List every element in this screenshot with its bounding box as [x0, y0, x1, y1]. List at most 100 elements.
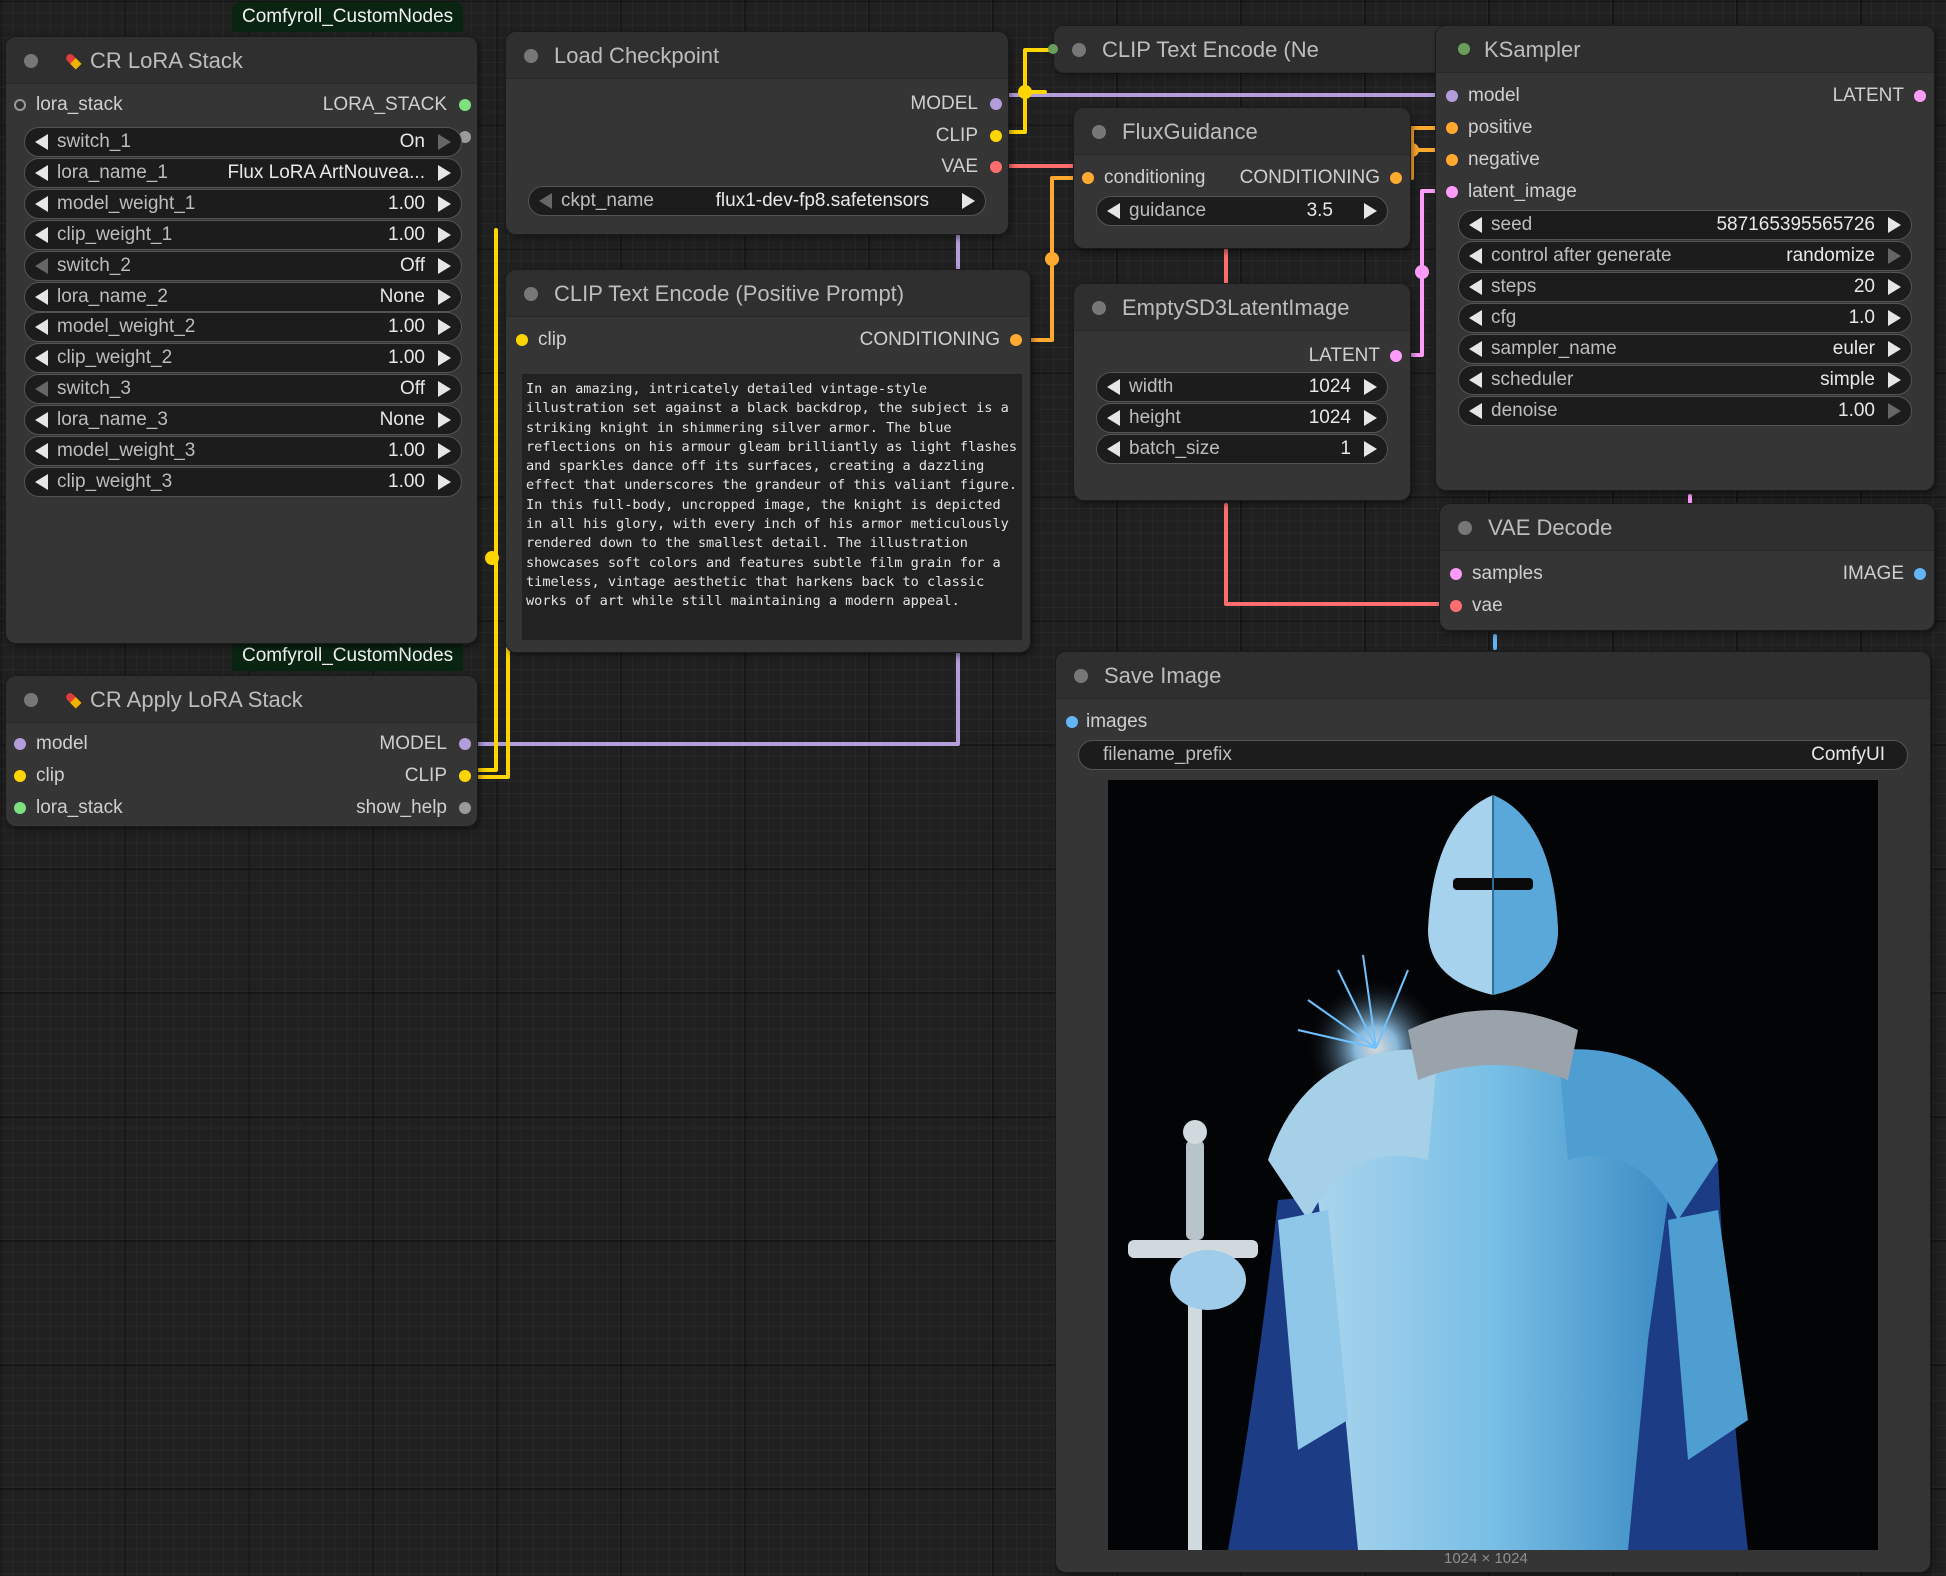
- guidance-slider[interactable]: guidance 3.5: [1096, 196, 1388, 226]
- widget-model-weight-2[interactable]: model_weight_2 1.00: [24, 312, 462, 343]
- widget-switch-3[interactable]: switch_3 Off: [24, 374, 462, 405]
- increment-arrow-icon[interactable]: [1888, 372, 1901, 388]
- widget-lora-name-2[interactable]: lora_name_2 None: [24, 281, 462, 312]
- input-dot-clip[interactable]: [14, 770, 26, 782]
- decrement-arrow-icon[interactable]: [1469, 248, 1482, 264]
- widget-clip-weight-1[interactable]: clip_weight_1 1.00: [24, 219, 462, 250]
- decrement-arrow-icon[interactable]: [35, 164, 48, 181]
- widget-batch-size[interactable]: batch_size 1: [1096, 434, 1388, 464]
- filename-prefix-field[interactable]: filename_prefix ComfyUI: [1078, 740, 1908, 770]
- collapse-dot[interactable]: [1458, 43, 1470, 55]
- widget-switch-2[interactable]: switch_2 Off: [24, 250, 462, 281]
- widget-scheduler[interactable]: scheduler simple: [1458, 365, 1912, 395]
- increment-arrow-icon[interactable]: [438, 257, 451, 274]
- input-dot-lora-stack[interactable]: [14, 99, 26, 111]
- increment-arrow-icon[interactable]: [1888, 248, 1901, 264]
- decrement-arrow-icon[interactable]: [35, 134, 48, 150]
- increment-arrow-icon[interactable]: [438, 443, 451, 459]
- collapse-dot[interactable]: [1074, 669, 1088, 683]
- output-dot-latent[interactable]: [1914, 90, 1926, 102]
- input-dot-vae[interactable]: [1450, 600, 1462, 612]
- increment-arrow-icon[interactable]: [438, 350, 451, 367]
- increment-arrow-icon[interactable]: [438, 473, 451, 490]
- input-dot-clip[interactable]: [516, 334, 528, 346]
- input-dot-negative[interactable]: [1446, 154, 1458, 166]
- input-dot-positive[interactable]: [1446, 122, 1458, 134]
- widget-seed[interactable]: seed 587165395565726: [1458, 210, 1912, 240]
- widget-denoise[interactable]: denoise 1.00: [1458, 396, 1912, 426]
- decrement-arrow-icon[interactable]: [1469, 217, 1482, 233]
- increment-arrow-icon[interactable]: [438, 164, 451, 181]
- decrement-arrow-icon[interactable]: [1469, 403, 1482, 419]
- collapse-dot[interactable]: [1072, 43, 1086, 57]
- decrement-arrow-icon[interactable]: [35, 319, 48, 336]
- collapse-dot[interactable]: [24, 54, 38, 68]
- decrement-arrow-icon[interactable]: [1469, 279, 1482, 295]
- decrement-arrow-icon[interactable]: [35, 195, 48, 212]
- increment-arrow-icon[interactable]: [1888, 341, 1901, 357]
- output-dot-image[interactable]: [1914, 568, 1926, 580]
- decrement-arrow-icon[interactable]: [1469, 341, 1482, 357]
- increment-arrow-icon[interactable]: [438, 412, 451, 429]
- decrement-arrow-icon[interactable]: [35, 381, 48, 398]
- increment-arrow-icon[interactable]: [438, 288, 451, 305]
- widget-model-weight-3[interactable]: model_weight_3 1.00: [24, 436, 462, 466]
- increment-arrow-icon[interactable]: [438, 319, 451, 336]
- increment-arrow-icon[interactable]: [1364, 441, 1377, 457]
- collapse-dot[interactable]: [524, 287, 538, 301]
- node-title-bar[interactable]: CR Apply LoRA Stack: [6, 676, 477, 723]
- flux-guidance-node[interactable]: FluxGuidance conditioning CONDITIONING g…: [1074, 108, 1410, 248]
- widget-clip-weight-3[interactable]: clip_weight_3 1.00: [24, 466, 462, 497]
- increment-arrow-icon[interactable]: [438, 195, 451, 212]
- output-dot-conditioning[interactable]: [1010, 334, 1022, 346]
- node-title-bar[interactable]: CLIP Text Encode (Positive Prompt): [506, 270, 1030, 317]
- collapse-dot[interactable]: [1458, 521, 1472, 535]
- decrement-arrow-icon[interactable]: [1469, 372, 1482, 388]
- widget-lora-name-3[interactable]: lora_name_3 None: [24, 405, 462, 436]
- increment-arrow-icon[interactable]: [1888, 310, 1901, 326]
- decrement-arrow-icon[interactable]: [35, 350, 48, 367]
- clip-text-encode-positive-node[interactable]: CLIP Text Encode (Positive Prompt) clip …: [506, 270, 1030, 652]
- increment-arrow-icon[interactable]: [438, 381, 451, 398]
- collapse-dot[interactable]: [24, 693, 38, 707]
- collapse-dot[interactable]: [524, 49, 538, 63]
- node-title-bar[interactable]: Save Image: [1056, 652, 1930, 699]
- output-dot-lora-stack[interactable]: [459, 99, 471, 111]
- output-dot-vae[interactable]: [990, 161, 1002, 173]
- clip-text-encode-negative-node[interactable]: CLIP Text Encode (Ne: [1048, 26, 1465, 73]
- widget-cfg[interactable]: cfg 1.0: [1458, 303, 1912, 333]
- increment-arrow-icon[interactable]: [1364, 203, 1377, 219]
- node-title-bar[interactable]: CLIP Text Encode (Ne: [1054, 26, 1465, 73]
- increment-arrow-icon[interactable]: [1888, 279, 1901, 295]
- widget-model-weight-1[interactable]: model_weight_1 1.00: [24, 188, 462, 219]
- output-dot-latent[interactable]: [1390, 350, 1402, 362]
- increment-arrow-icon[interactable]: [1888, 403, 1901, 419]
- decrement-arrow-icon[interactable]: [1469, 310, 1482, 326]
- output-dot-clip[interactable]: [990, 130, 1002, 142]
- increment-arrow-icon[interactable]: [1888, 217, 1901, 233]
- vae-decode-node[interactable]: VAE Decode samples IMAGE vae: [1440, 504, 1934, 630]
- decrement-arrow-icon[interactable]: [35, 412, 48, 429]
- node-title-bar[interactable]: FluxGuidance: [1074, 108, 1410, 155]
- widget-height[interactable]: height 1024: [1096, 403, 1388, 433]
- ksampler-node[interactable]: KSampler model LATENT positive negative …: [1436, 26, 1934, 490]
- prompt-textarea[interactable]: In an amazing, intricately detailed vint…: [522, 374, 1022, 640]
- input-dot-samples[interactable]: [1450, 568, 1462, 580]
- input-dot-clip[interactable]: [1048, 44, 1058, 54]
- increment-arrow-icon[interactable]: [1364, 379, 1377, 395]
- output-image-preview[interactable]: [1108, 780, 1878, 1550]
- output-dot-conditioning[interactable]: [1390, 172, 1402, 184]
- widget-switch-1[interactable]: switch_1 On: [24, 127, 462, 157]
- decrement-arrow-icon[interactable]: [35, 257, 48, 274]
- node-title-bar[interactable]: VAE Decode: [1440, 504, 1934, 551]
- widget-sampler-name[interactable]: sampler_name euler: [1458, 334, 1912, 364]
- widget-lora-name-1[interactable]: lora_name_1 Flux LoRA ArtNouvea...: [24, 157, 462, 188]
- input-dot-images[interactable]: [1066, 716, 1078, 728]
- decrement-arrow-icon[interactable]: [35, 288, 48, 305]
- empty-sd3-latent-image-node[interactable]: EmptySD3LatentImage LATENT width 1024 heig…: [1074, 284, 1410, 500]
- input-dot-latent-image[interactable]: [1446, 186, 1458, 198]
- output-dot-model[interactable]: [990, 98, 1002, 110]
- output-dot-show-help[interactable]: [459, 802, 471, 814]
- increment-arrow-icon[interactable]: [1364, 410, 1377, 426]
- widget-clip-weight-2[interactable]: clip_weight_2 1.00: [24, 343, 462, 374]
